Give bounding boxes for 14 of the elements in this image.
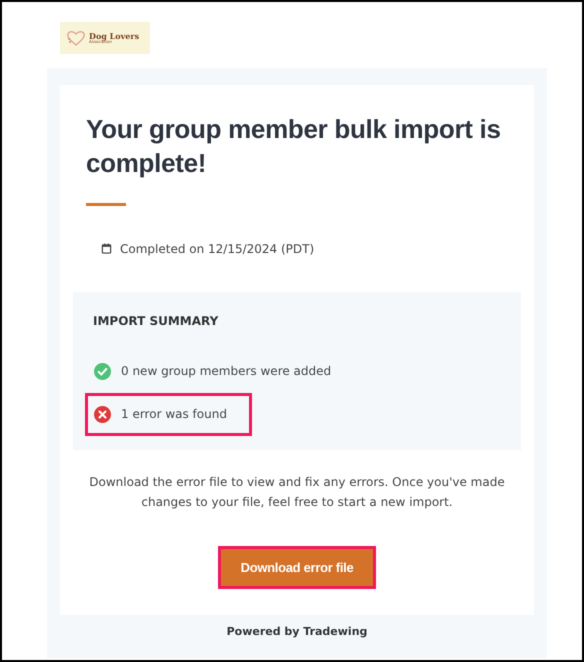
heading: Your group member bulk import is complete! [86, 113, 502, 180]
summary-title: IMPORT SUMMARY [93, 314, 220, 328]
download-button[interactable]: Download error file [218, 546, 376, 590]
summary-text: 0 new group members were added [121, 364, 332, 378]
summary-text: 1 error was found [121, 407, 227, 422]
heart-icon [66, 30, 86, 46]
error-icon [94, 406, 111, 423]
check-icon [94, 362, 111, 380]
calendar-icon [101, 243, 112, 254]
instructions-text: Download the error file to view and fix any errors. Once you've made changes to your file, feel free to start a new import. [88, 474, 506, 511]
footer-text: Powered by Tradewing [226, 624, 368, 640]
completed-date: Completed on 12/15/2024 (PDT) [120, 242, 314, 256]
accent-rule [86, 202, 126, 206]
logo-title: Dog Lovers [89, 32, 140, 40]
